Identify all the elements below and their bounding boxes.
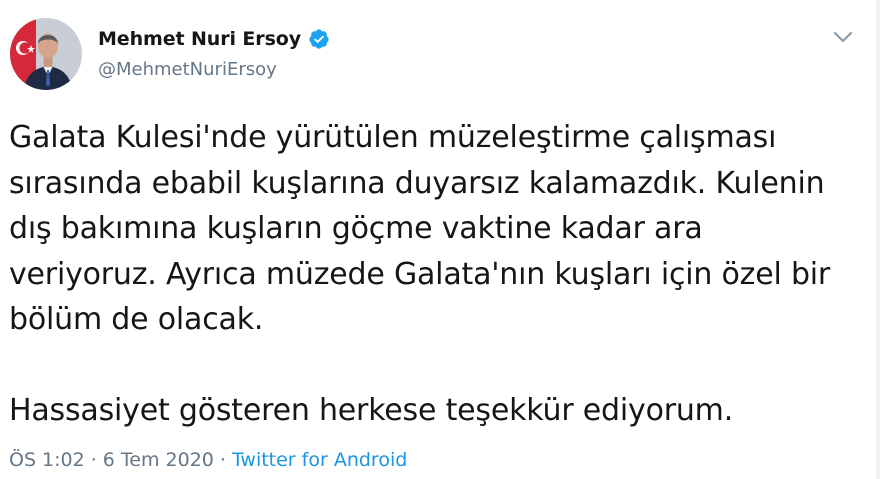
chevron-down-icon[interactable] xyxy=(832,26,854,48)
verified-badge-icon xyxy=(308,28,330,50)
tweet-source-link[interactable]: Twitter for Android xyxy=(232,449,407,471)
avatar[interactable] xyxy=(10,18,82,90)
tweet-text-line: veriyoruz. Ayrıca müzede Galata'nın kuşl… xyxy=(9,256,831,292)
meta-separator: · xyxy=(219,449,226,471)
tweet-text-line: Galata Kulesi'nde yürütülen müzeleştirme… xyxy=(9,120,777,155)
tweet-text: Galata Kulesi'nde yürütülen müzeleştirme… xyxy=(9,115,869,434)
profile-photo-icon xyxy=(10,18,82,90)
tweet-text-line: Hassasiyet gösteren herkese teşekkür edi… xyxy=(9,393,734,428)
tweet-date[interactable]: 6 Tem 2020 xyxy=(103,449,214,471)
author-handle[interactable]: @MehmetNuriErsoy xyxy=(98,59,277,80)
tweet-card: Mehmet Nuri Ersoy @MehmetNuriErsoy Galat… xyxy=(0,0,880,479)
tweet-text-line: dış bakımına kuşların göçme vaktine kada… xyxy=(9,211,703,246)
author-name-row[interactable]: Mehmet Nuri Ersoy xyxy=(98,28,330,50)
tweet-text-line: sırasında ebabil kuşlarına duyarsız kala… xyxy=(9,165,825,201)
tweet-text-line: bölüm de olacak. xyxy=(9,302,264,337)
tweet-meta: ÖS 1:02 · 6 Tem 2020 · Twitter for Andro… xyxy=(9,449,407,471)
author-display-name[interactable]: Mehmet Nuri Ersoy xyxy=(98,28,301,50)
tweet-time[interactable]: ÖS 1:02 xyxy=(9,449,85,471)
meta-separator: · xyxy=(90,449,97,471)
